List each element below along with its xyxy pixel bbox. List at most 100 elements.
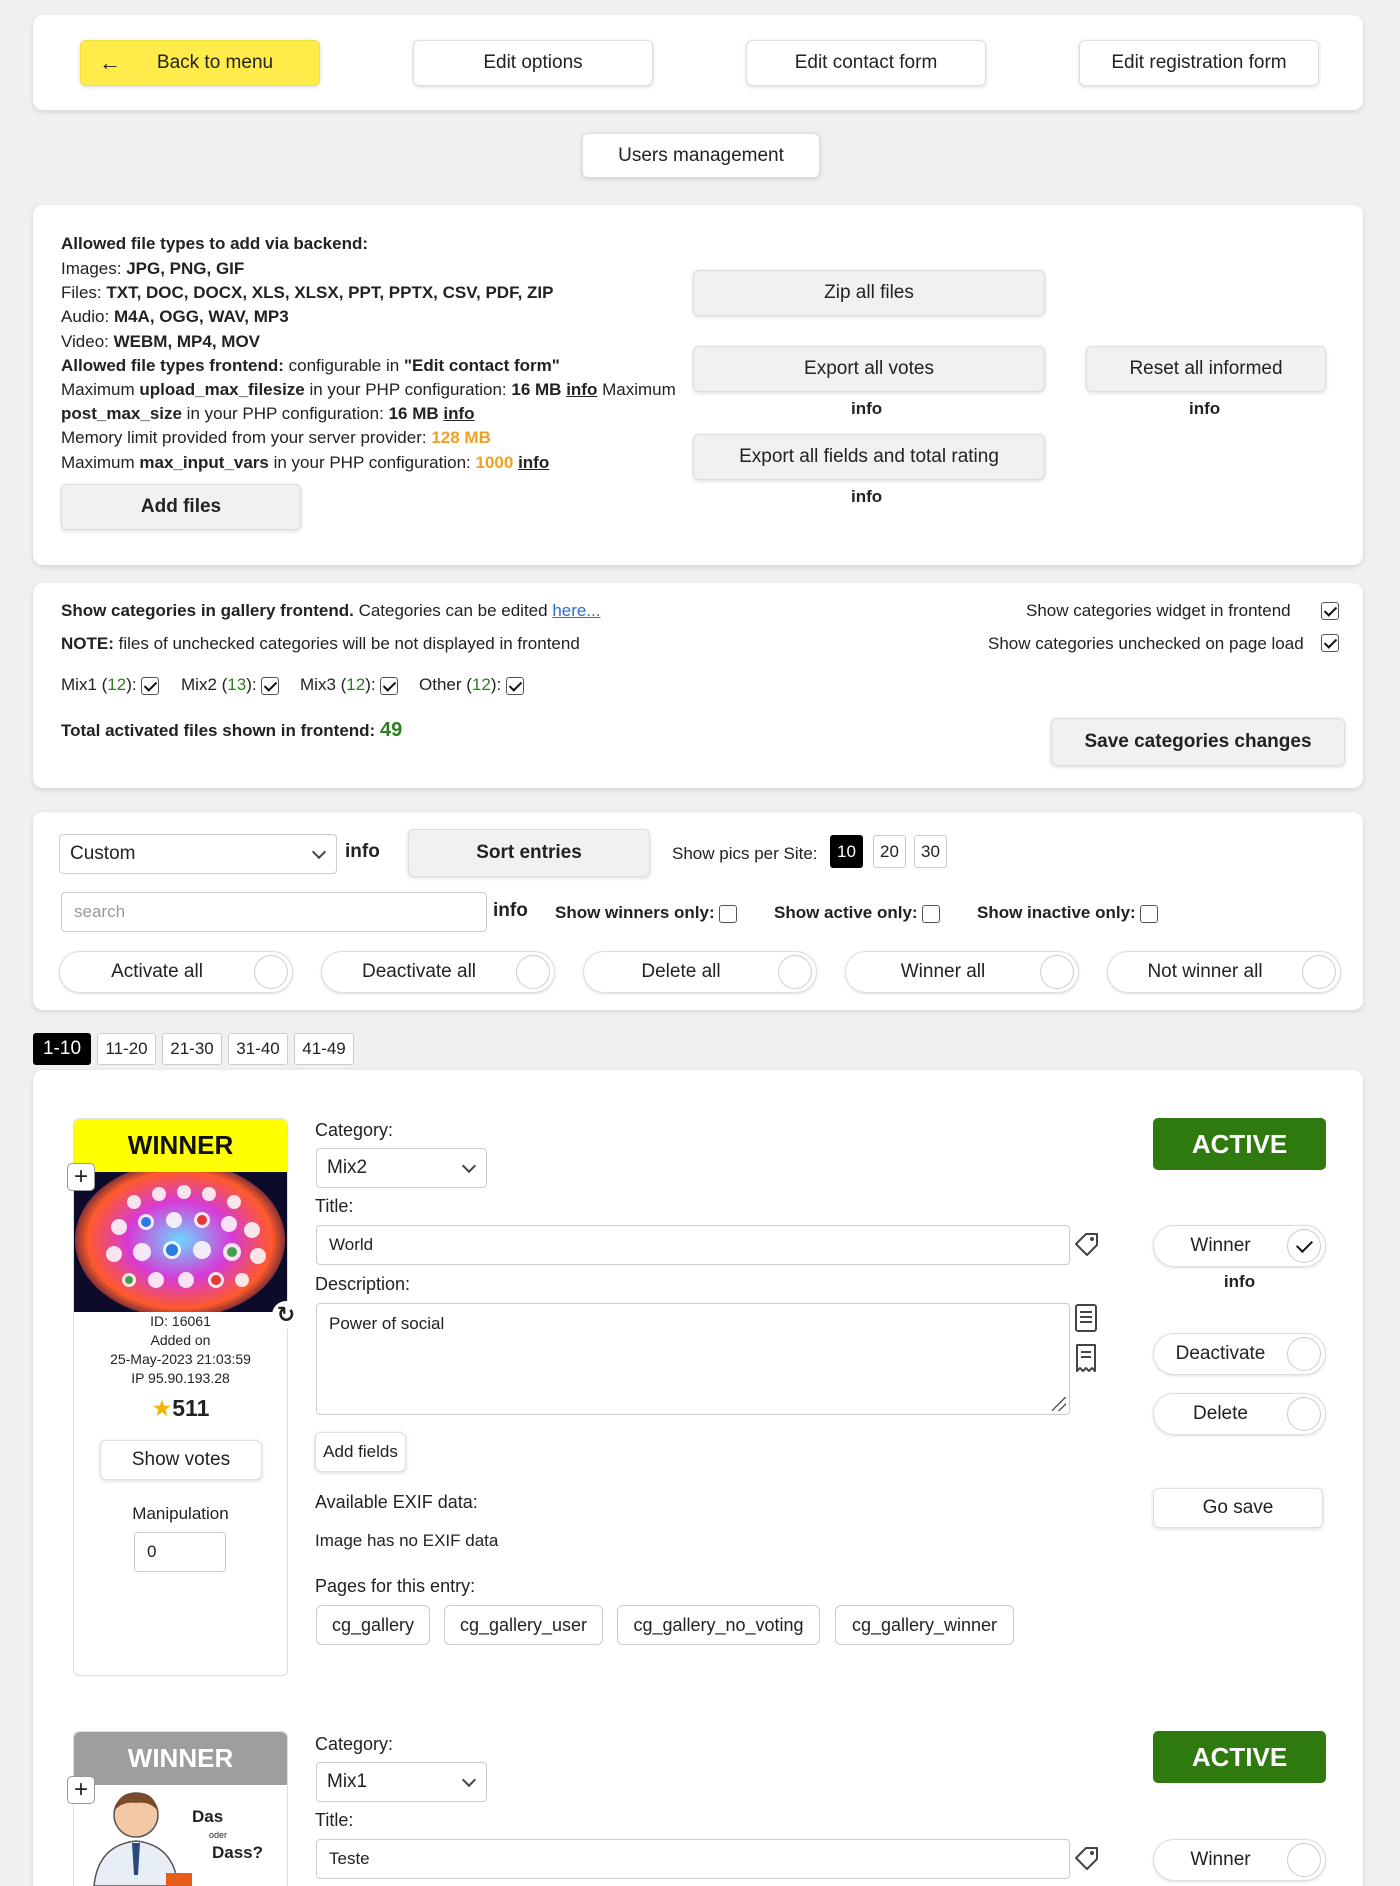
deactivate-all-toggle[interactable]: Deactivate all bbox=[321, 951, 555, 993]
reset-all-informed-button[interactable]: Reset all informed bbox=[1086, 346, 1326, 392]
zip-all-files-button[interactable]: Zip all files bbox=[693, 270, 1045, 316]
search-input[interactable]: search bbox=[61, 892, 487, 932]
entry-image bbox=[74, 1172, 287, 1312]
title-label: Title: bbox=[315, 1810, 354, 1830]
allowed-images: Images: JPG, PNG, GIF bbox=[61, 259, 245, 278]
categories-edit-link[interactable]: here... bbox=[552, 601, 600, 620]
delete-all-toggle[interactable]: Delete all bbox=[583, 951, 817, 993]
chevron-down-icon bbox=[461, 1772, 477, 1788]
manipulation-input[interactable]: 0 bbox=[134, 1532, 226, 1572]
chevron-down-icon bbox=[461, 1158, 477, 1174]
per-site-30[interactable]: 30 bbox=[914, 835, 947, 868]
document-icon[interactable] bbox=[1073, 1303, 1099, 1333]
resize-handle-icon[interactable] bbox=[1052, 1397, 1066, 1411]
page-chip[interactable]: cg_gallery_user bbox=[444, 1605, 603, 1645]
upload-max-line: Maximum upload_max_filesize in your PHP … bbox=[61, 380, 676, 399]
category-mix1-checkbox[interactable] bbox=[141, 676, 160, 695]
edit-options-button[interactable]: Edit options bbox=[413, 40, 653, 86]
users-management-button[interactable]: Users management bbox=[582, 133, 820, 178]
not-winner-all-toggle[interactable]: Not winner all bbox=[1107, 951, 1341, 993]
pages-label: Pages for this entry: bbox=[315, 1576, 476, 1596]
activate-all-toggle[interactable]: Activate all bbox=[59, 951, 293, 993]
active-status-button[interactable]: ACTIVE bbox=[1153, 1731, 1326, 1783]
post-info-link[interactable]: info bbox=[443, 404, 474, 423]
per-site-20[interactable]: 20 bbox=[873, 835, 906, 868]
inactive-only-checkbox[interactable] bbox=[1140, 904, 1159, 923]
category-other-checkbox[interactable] bbox=[505, 676, 524, 695]
exif-label: Available EXIF data: bbox=[315, 1492, 478, 1512]
page-1-10[interactable]: 1-10 bbox=[33, 1033, 91, 1065]
memory-line: Memory limit provided from your server p… bbox=[61, 428, 491, 447]
input-vars-info-link[interactable]: info bbox=[518, 453, 549, 472]
exif-value: Image has no EXIF data bbox=[315, 1531, 499, 1550]
add-fields-button[interactable]: Add fields bbox=[315, 1432, 406, 1472]
go-save-button[interactable]: Go save bbox=[1153, 1488, 1323, 1528]
active-status-button[interactable]: ACTIVE bbox=[1153, 1118, 1326, 1170]
description-label: Description: bbox=[315, 1274, 411, 1294]
active-only-checkbox[interactable] bbox=[922, 904, 941, 923]
categories-heading: Show categories in gallery frontend. Cat… bbox=[61, 601, 601, 620]
page-chip[interactable]: cg_gallery_winner bbox=[835, 1605, 1014, 1645]
sort-select[interactable]: Custom bbox=[59, 834, 337, 874]
back-to-menu-button[interactable]: ← Back to menu bbox=[80, 40, 320, 86]
deactivate-toggle[interactable]: Deactivate bbox=[1153, 1333, 1326, 1375]
category-mix3: Mix3 (12): bbox=[300, 673, 399, 697]
allowed-files: Files: TXT, DOC, DOCX, XLS, XLSX, PPT, P… bbox=[61, 283, 554, 302]
show-votes-button[interactable]: Show votes bbox=[100, 1440, 262, 1480]
entry-rating: ★511 bbox=[151, 1395, 210, 1421]
export-fields-info[interactable]: info bbox=[851, 485, 882, 509]
entry-id: ID: 16061 bbox=[150, 1313, 211, 1329]
sort-info[interactable]: info bbox=[345, 840, 380, 864]
inactive-only-label: Show inactive only: bbox=[977, 901, 1159, 925]
social-globe-image bbox=[75, 1172, 285, 1312]
page-11-20[interactable]: 11-20 bbox=[97, 1033, 156, 1065]
category-mix3-checkbox[interactable] bbox=[380, 676, 399, 695]
total-activated: Total activated files shown in frontend:… bbox=[61, 719, 403, 741]
upload-info-link[interactable]: info bbox=[566, 380, 597, 399]
page-41-49[interactable]: 41-49 bbox=[294, 1033, 354, 1065]
sort-entries-button[interactable]: Sort entries bbox=[408, 829, 650, 877]
title-input[interactable]: Teste bbox=[316, 1839, 1070, 1879]
page-chip[interactable]: cg_gallery_no_voting bbox=[617, 1605, 820, 1645]
export-all-fields-button[interactable]: Export all fields and total rating bbox=[693, 434, 1045, 480]
search-info[interactable]: info bbox=[493, 899, 528, 923]
category-select[interactable]: Mix2 bbox=[316, 1148, 487, 1188]
category-mix2-checkbox[interactable] bbox=[261, 676, 280, 695]
title-input[interactable]: World bbox=[316, 1225, 1070, 1265]
unchecked-checkbox[interactable] bbox=[1321, 634, 1339, 652]
reset-informed-info[interactable]: info bbox=[1189, 397, 1220, 421]
save-categories-button[interactable]: Save categories changes bbox=[1051, 718, 1345, 766]
edit-registration-form-button[interactable]: Edit registration form bbox=[1079, 40, 1319, 86]
winner-all-toggle[interactable]: Winner all bbox=[845, 951, 1079, 993]
category-mix1: Mix1 (12): bbox=[61, 673, 160, 697]
add-image-icon[interactable]: + bbox=[67, 1776, 95, 1804]
winner-info[interactable]: info bbox=[1153, 1270, 1326, 1294]
category-other: Other (12): bbox=[419, 673, 524, 697]
input-vars-line: Maximum max_input_vars in your PHP confi… bbox=[61, 453, 550, 472]
add-image-icon[interactable]: + bbox=[67, 1163, 95, 1191]
edit-contact-form-button[interactable]: Edit contact form bbox=[746, 40, 986, 86]
widget-checkbox[interactable] bbox=[1321, 602, 1339, 620]
tag-icon[interactable] bbox=[1073, 1230, 1101, 1258]
description-textarea[interactable]: Power of social bbox=[316, 1303, 1070, 1415]
add-files-button[interactable]: Add files bbox=[61, 484, 301, 530]
manipulation-label: Manipulation bbox=[132, 1504, 229, 1523]
page-21-30[interactable]: 21-30 bbox=[162, 1033, 222, 1065]
chevron-down-icon bbox=[311, 844, 327, 860]
page-chip[interactable]: cg_gallery bbox=[316, 1605, 430, 1645]
export-votes-info[interactable]: info bbox=[851, 397, 882, 421]
export-all-votes-button[interactable]: Export all votes bbox=[693, 346, 1045, 392]
allowed-backend-heading: Allowed file types to add via backend: bbox=[61, 234, 369, 253]
receipt-icon[interactable] bbox=[1073, 1343, 1099, 1373]
winner-toggle[interactable]: Winner bbox=[1153, 1839, 1326, 1881]
winners-only-checkbox[interactable] bbox=[719, 904, 738, 923]
active-only-label: Show active only: bbox=[774, 901, 941, 925]
category-select[interactable]: Mix1 bbox=[316, 1762, 487, 1802]
image-text-dass: Dass? bbox=[212, 1843, 264, 1862]
tag-icon[interactable] bbox=[1073, 1844, 1101, 1872]
delete-toggle[interactable]: Delete bbox=[1153, 1393, 1326, 1435]
winner-toggle[interactable]: Winner bbox=[1153, 1225, 1326, 1267]
page-31-40[interactable]: 31-40 bbox=[228, 1033, 288, 1065]
category-label: Category: bbox=[315, 1120, 394, 1140]
per-site-10[interactable]: 10 bbox=[830, 835, 863, 868]
